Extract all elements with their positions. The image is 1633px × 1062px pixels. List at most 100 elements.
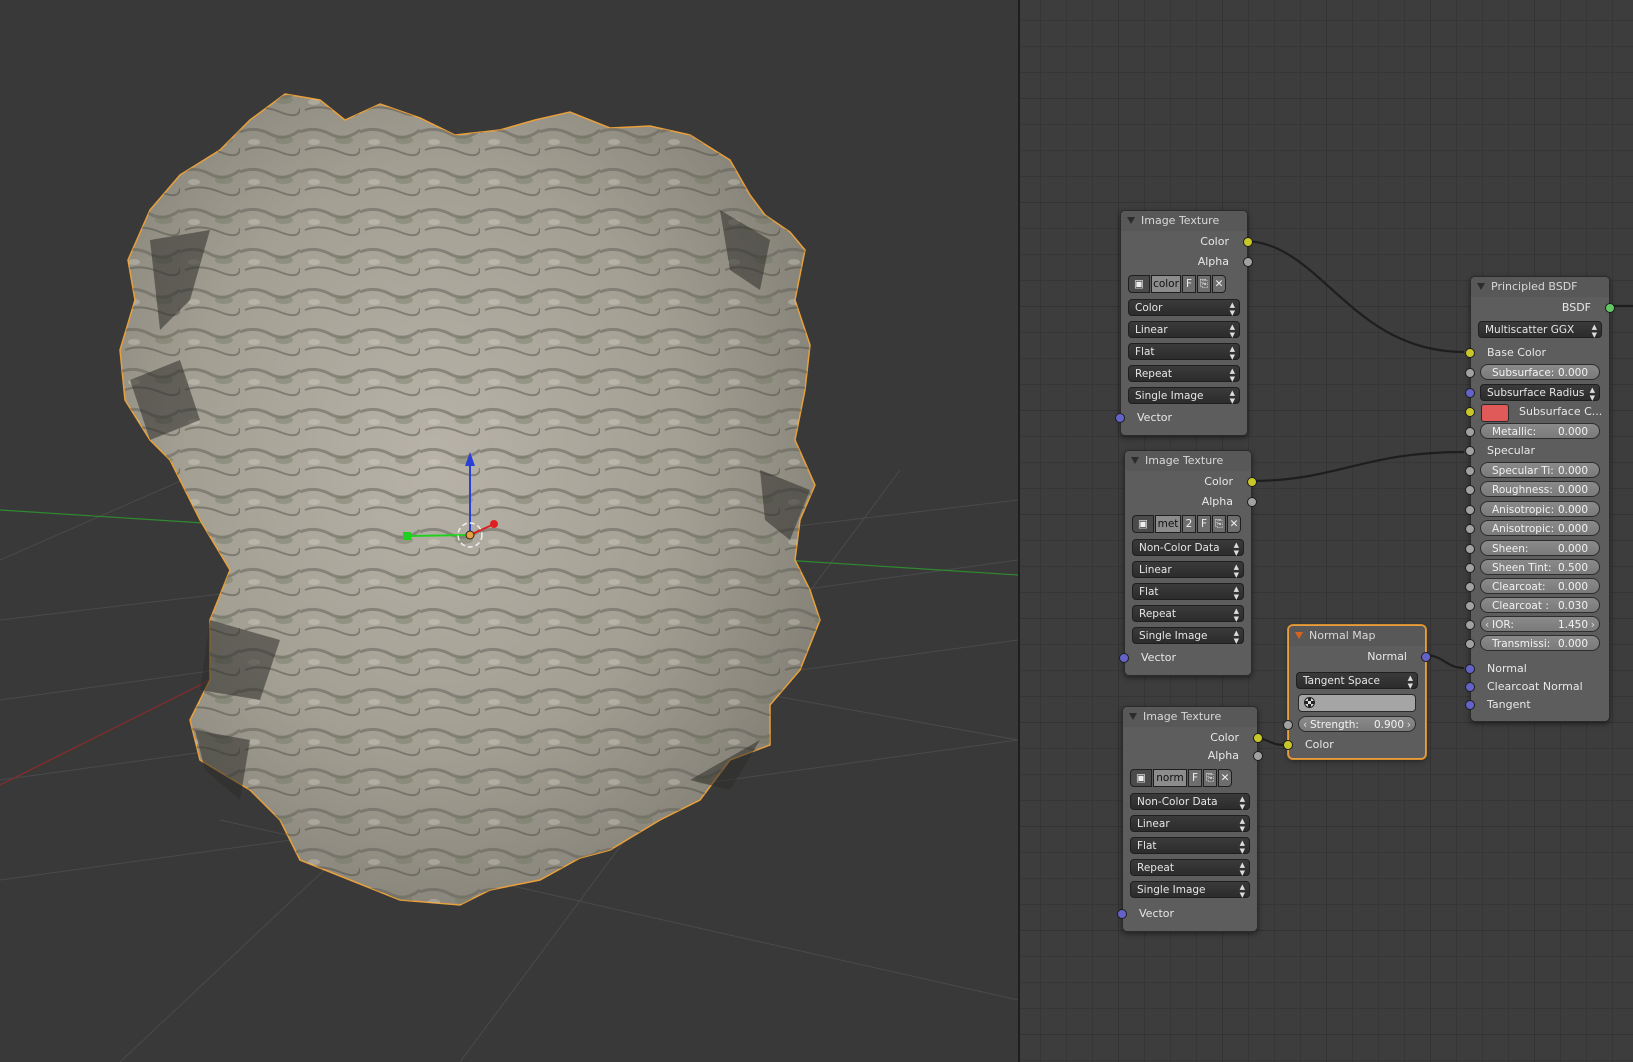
- specular-socket[interactable]: [1465, 446, 1475, 456]
- color-output-socket[interactable]: [1247, 477, 1257, 487]
- vector-input-socket[interactable]: [1119, 653, 1129, 663]
- image-selector[interactable]: ▣ color F ⎘ ✕: [1128, 275, 1226, 293]
- specular-tint-slider[interactable]: Specular Ti: 0.000: [1480, 462, 1600, 478]
- unlink-image-icon[interactable]: ✕: [1212, 275, 1226, 293]
- node-header[interactable]: Normal Map: [1289, 626, 1425, 646]
- color-output-socket[interactable]: [1253, 733, 1263, 743]
- projection-dropdown[interactable]: Flat ▲ ▼: [1132, 583, 1244, 601]
- base-color-socket[interactable]: [1465, 348, 1475, 358]
- strength-input-socket[interactable]: [1283, 720, 1293, 730]
- anisotropic-rotation-slider[interactable]: Anisotropic: 0.000: [1480, 520, 1600, 536]
- collapse-triangle-icon[interactable]: [1295, 632, 1303, 639]
- open-image-icon[interactable]: ⎘: [1203, 769, 1217, 787]
- ior-slider[interactable]: IOR: 1.450: [1480, 616, 1600, 633]
- subsurface-color-swatch[interactable]: [1481, 404, 1509, 422]
- collapse-triangle-icon[interactable]: [1131, 457, 1139, 464]
- space-dropdown[interactable]: Tangent Space ▲ ▼: [1296, 672, 1418, 690]
- metallic-slider[interactable]: Metallic: 0.000: [1480, 423, 1600, 439]
- alpha-output-socket[interactable]: [1247, 497, 1257, 507]
- node-header[interactable]: Image Texture: [1121, 211, 1247, 231]
- unlink-image-icon[interactable]: ✕: [1218, 769, 1232, 787]
- sheen-socket[interactable]: [1465, 544, 1475, 554]
- clearcoat-roughness-slider[interactable]: Clearcoat : 0.030: [1480, 597, 1600, 613]
- metallic-socket[interactable]: [1465, 427, 1475, 437]
- strength-slider[interactable]: Strength: 0.900: [1298, 716, 1416, 733]
- bsdf-output-socket[interactable]: [1605, 303, 1615, 313]
- sheen-tint-slider[interactable]: Sheen Tint: 0.500: [1480, 559, 1600, 575]
- image-browse-icon[interactable]: ▣: [1132, 515, 1154, 533]
- specular-tint-socket[interactable]: [1465, 466, 1475, 476]
- collapse-triangle-icon[interactable]: [1127, 217, 1135, 224]
- clearcoat-socket[interactable]: [1465, 582, 1475, 592]
- user-count[interactable]: 2: [1182, 515, 1196, 533]
- image-name-field[interactable]: norm: [1153, 769, 1187, 787]
- normal-output-socket[interactable]: [1421, 652, 1431, 662]
- unlink-image-icon[interactable]: ✕: [1227, 515, 1241, 533]
- image-browse-icon[interactable]: ▣: [1128, 275, 1150, 293]
- alpha-output-socket[interactable]: [1243, 257, 1253, 267]
- roughness-socket[interactable]: [1465, 485, 1475, 495]
- anisotropic-slider[interactable]: Anisotropic: 0.000: [1480, 501, 1600, 517]
- extension-dropdown[interactable]: Repeat ▲ ▼: [1128, 365, 1240, 383]
- anisotropic-socket[interactable]: [1465, 505, 1475, 515]
- sheen-tint-socket[interactable]: [1465, 563, 1475, 573]
- image-selector[interactable]: ▣ norm F ⎘ ✕: [1130, 769, 1232, 787]
- fake-user-button[interactable]: F: [1182, 275, 1196, 293]
- node-header[interactable]: Image Texture: [1125, 451, 1251, 471]
- subsurface-slider[interactable]: Subsurface: 0.000: [1480, 364, 1600, 380]
- extension-dropdown[interactable]: Repeat ▲ ▼: [1130, 859, 1250, 877]
- principled-bsdf-node[interactable]: Principled BSDF BSDF Multiscatter GGX ▲ ▼ …: [1465, 276, 1615, 722]
- normal-map-node[interactable]: Normal Map Normal Tangent Space ▲▼ Streng…: [1283, 625, 1431, 759]
- subsurface-radius-socket[interactable]: [1465, 388, 1475, 398]
- normal-input-socket[interactable]: [1465, 664, 1475, 674]
- image-texture-node-normal[interactable]: Image Texture Color Alpha ▣ norm F ⎘ ✕ N…: [1117, 706, 1263, 932]
- source-dropdown[interactable]: Single Image ▲ ▼: [1128, 387, 1240, 405]
- transmission-socket[interactable]: [1465, 639, 1475, 649]
- image-texture-node-color[interactable]: Image Texture Color Alpha ▣ color F ⎘ ✕ …: [1115, 210, 1253, 436]
- interpolation-dropdown[interactable]: Linear ▲ ▼: [1132, 561, 1244, 579]
- color-input-socket[interactable]: [1283, 740, 1293, 750]
- node-editor[interactable]: Image Texture Color Alpha ▣ color F ⎘ ✕ …: [1020, 0, 1633, 1062]
- roughness-slider[interactable]: Roughness: 0.000: [1480, 481, 1600, 497]
- viewport-canvas[interactable]: [0, 0, 1018, 1062]
- open-image-icon[interactable]: ⎘: [1197, 275, 1211, 293]
- interpolation-dropdown[interactable]: Linear ▲ ▼: [1130, 815, 1250, 833]
- node-header[interactable]: Image Texture: [1123, 707, 1257, 727]
- color-space-dropdown[interactable]: Non-Color Data ▲ ▼: [1130, 793, 1250, 811]
- clearcoat-roughness-socket[interactable]: [1465, 601, 1475, 611]
- collapse-triangle-icon[interactable]: [1477, 283, 1485, 290]
- subsurface-color-socket[interactable]: [1465, 407, 1475, 417]
- collapse-triangle-icon[interactable]: [1129, 713, 1137, 720]
- fake-user-button[interactable]: F: [1197, 515, 1211, 533]
- uv-map-field[interactable]: [1298, 694, 1416, 712]
- color-space-dropdown[interactable]: Color ▲ ▼: [1128, 299, 1240, 317]
- source-dropdown[interactable]: Single Image ▲ ▼: [1130, 881, 1250, 899]
- image-texture-node-metal[interactable]: Image Texture Color Alpha ▣ met 2 F ⎘ ✕ …: [1119, 450, 1257, 676]
- image-browse-icon[interactable]: ▣: [1130, 769, 1152, 787]
- tangent-socket[interactable]: [1465, 700, 1475, 710]
- ior-socket[interactable]: [1465, 620, 1475, 630]
- image-selector[interactable]: ▣ met 2 F ⎘ ✕: [1132, 515, 1241, 533]
- node-header[interactable]: Principled BSDF: [1471, 277, 1609, 297]
- image-name-field[interactable]: met: [1155, 515, 1181, 533]
- subsurface-radius-dropdown[interactable]: Subsurface Radius ▲ ▼: [1480, 384, 1600, 402]
- vector-input-socket[interactable]: [1117, 909, 1127, 919]
- interpolation-dropdown[interactable]: Linear ▲ ▼: [1128, 321, 1240, 339]
- source-dropdown[interactable]: Single Image ▲ ▼: [1132, 627, 1244, 645]
- alpha-output-socket[interactable]: [1253, 751, 1263, 761]
- color-space-dropdown[interactable]: Non-Color Data ▲ ▼: [1132, 539, 1244, 557]
- clearcoat-normal-socket[interactable]: [1465, 682, 1475, 692]
- anisotropic-rotation-socket[interactable]: [1465, 524, 1475, 534]
- subsurface-socket[interactable]: [1465, 368, 1475, 378]
- sheen-slider[interactable]: Sheen: 0.000: [1480, 540, 1600, 556]
- extension-dropdown[interactable]: Repeat ▲ ▼: [1132, 605, 1244, 623]
- projection-dropdown[interactable]: Flat ▲ ▼: [1128, 343, 1240, 361]
- color-output-socket[interactable]: [1243, 237, 1253, 247]
- vector-input-socket[interactable]: [1115, 413, 1125, 423]
- projection-dropdown[interactable]: Flat ▲ ▼: [1130, 837, 1250, 855]
- 3d-viewport[interactable]: [0, 0, 1018, 1062]
- clearcoat-slider[interactable]: Clearcoat: 0.000: [1480, 578, 1600, 594]
- open-image-icon[interactable]: ⎘: [1212, 515, 1226, 533]
- distribution-dropdown[interactable]: Multiscatter GGX ▲ ▼: [1478, 321, 1602, 339]
- transmission-slider[interactable]: Transmissi: 0.000: [1480, 635, 1600, 651]
